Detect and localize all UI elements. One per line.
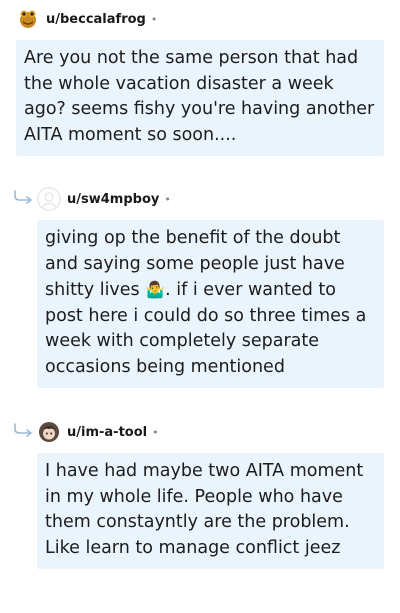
frog-avatar-icon[interactable] <box>16 7 40 31</box>
shrug-emoji: 🤷‍♂️ <box>145 280 166 299</box>
username[interactable]: u/beccalafrog <box>46 12 146 27</box>
comment-2: u/sw4mpboy • giving op the benefit of th… <box>37 185 384 388</box>
comment-3: u/im-a-tool • I have had maybe two AITA … <box>37 418 384 569</box>
comment-header: u/im-a-tool • <box>37 418 384 446</box>
separator-dot: • <box>164 192 171 206</box>
comment-header: u/beccalafrog • <box>16 5 384 33</box>
comment-body: I have had maybe two AITA moment in my w… <box>37 453 384 569</box>
username[interactable]: u/im-a-tool <box>67 425 147 440</box>
comment-header: u/sw4mpboy • <box>37 185 384 213</box>
reply-arrow-icon <box>14 190 32 204</box>
separator-dot: • <box>150 12 158 26</box>
reply-arrow-icon <box>14 423 32 437</box>
username[interactable]: u/sw4mpboy <box>67 192 159 207</box>
default-avatar-icon[interactable] <box>37 187 61 211</box>
separator-dot: • <box>152 425 159 439</box>
comment-body: giving op the benefit of the doubt and s… <box>37 220 384 388</box>
comment-body: Are you not the same person that had the… <box>16 40 384 156</box>
character-avatar-icon[interactable] <box>37 420 61 444</box>
comment-1: u/beccalafrog • Are you not the same per… <box>16 5 384 156</box>
